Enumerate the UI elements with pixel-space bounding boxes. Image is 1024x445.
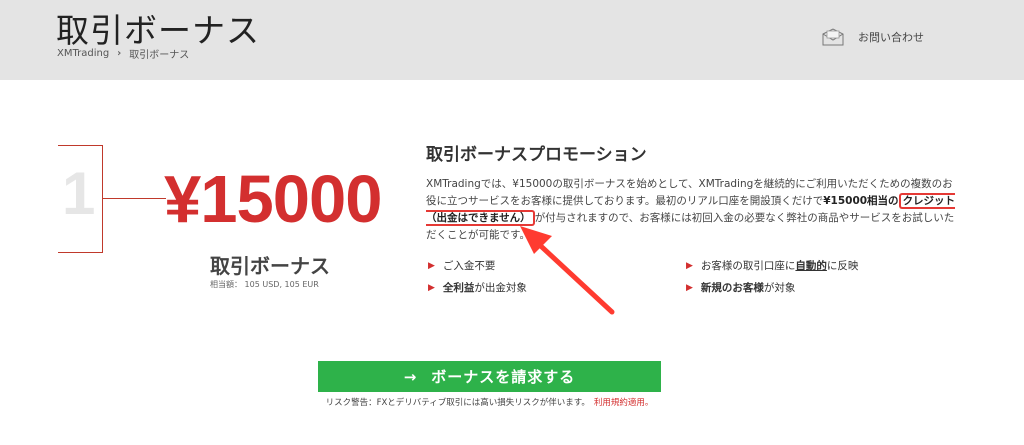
arrow-right-icon: ▶ [428,260,435,271]
step-number: 1 [62,160,96,227]
arrow-right-icon: ▶ [686,282,693,293]
promo-description: XMTradingでは、¥15000の取引ボーナスを始めとして、XMTradin… [426,176,956,244]
arrow-right-icon: ▶ [686,260,693,271]
bonus-label: 取引ボーナス [210,254,330,278]
feature-text: が対象 [763,282,796,294]
promo-title: 取引ボーナスプロモーション [426,145,647,165]
feature-item: ▶ 全利益 が出金対象 [428,280,527,295]
feature-underline: 自動的 [795,260,827,272]
feature-text: が出金対象 [474,282,527,294]
equivalent-amount: 相当額： 105 USD, 105 EUR [210,280,319,289]
feature-item: ▶ ご入金不要 [428,258,495,273]
envelope-icon [822,28,844,46]
bracket-line [58,145,102,146]
chevron-right-icon: › [117,48,122,59]
breadcrumb-home-link[interactable]: XMTrading [57,48,109,59]
contact-link[interactable]: お問い合わせ [822,28,924,46]
risk-warning-text: リスク警告：FXとデリバティブ取引には高い損失リスクが伴います。 [325,398,590,408]
feature-text: お客様の取引口座に [700,260,796,272]
arrow-right-icon: ▶ [428,282,435,293]
contact-label: お問い合わせ [858,31,924,44]
feature-bold: 全利益 [442,282,475,294]
feature-text: に反映 [826,260,859,272]
feature-text: ご入金不要 [442,260,496,272]
claim-bonus-button[interactable]: → ボーナスを請求する [318,361,661,392]
bonus-amount: ¥15000 [164,162,383,237]
risk-warning: リスク警告：FXとデリバティブ取引には高い損失リスクが伴います。 利用規約適用。 [318,396,661,408]
arrow-right-icon: → [403,367,418,386]
page-header: 取引ボーナス XMTrading › 取引ボーナス お問い合わせ [0,0,1024,80]
terms-link[interactable]: 利用規約適用。 [594,398,654,408]
bracket-line [102,198,166,199]
claim-bonus-label: ボーナスを請求する [431,368,576,386]
promo-desc-bold: ¥15000相当の [823,195,899,207]
breadcrumb-current: 取引ボーナス [129,50,190,61]
bracket-line [58,252,102,253]
feature-bold: 新規のお客様 [700,282,764,294]
bracket-line [102,145,103,253]
feature-item: ▶ お客様の取引口座に 自動的 に反映 [686,258,858,273]
feature-item: ▶ 新規のお客様 が対象 [686,280,795,295]
page-title: 取引ボーナス [56,11,260,50]
breadcrumb: XMTrading › 取引ボーナス [57,46,189,61]
